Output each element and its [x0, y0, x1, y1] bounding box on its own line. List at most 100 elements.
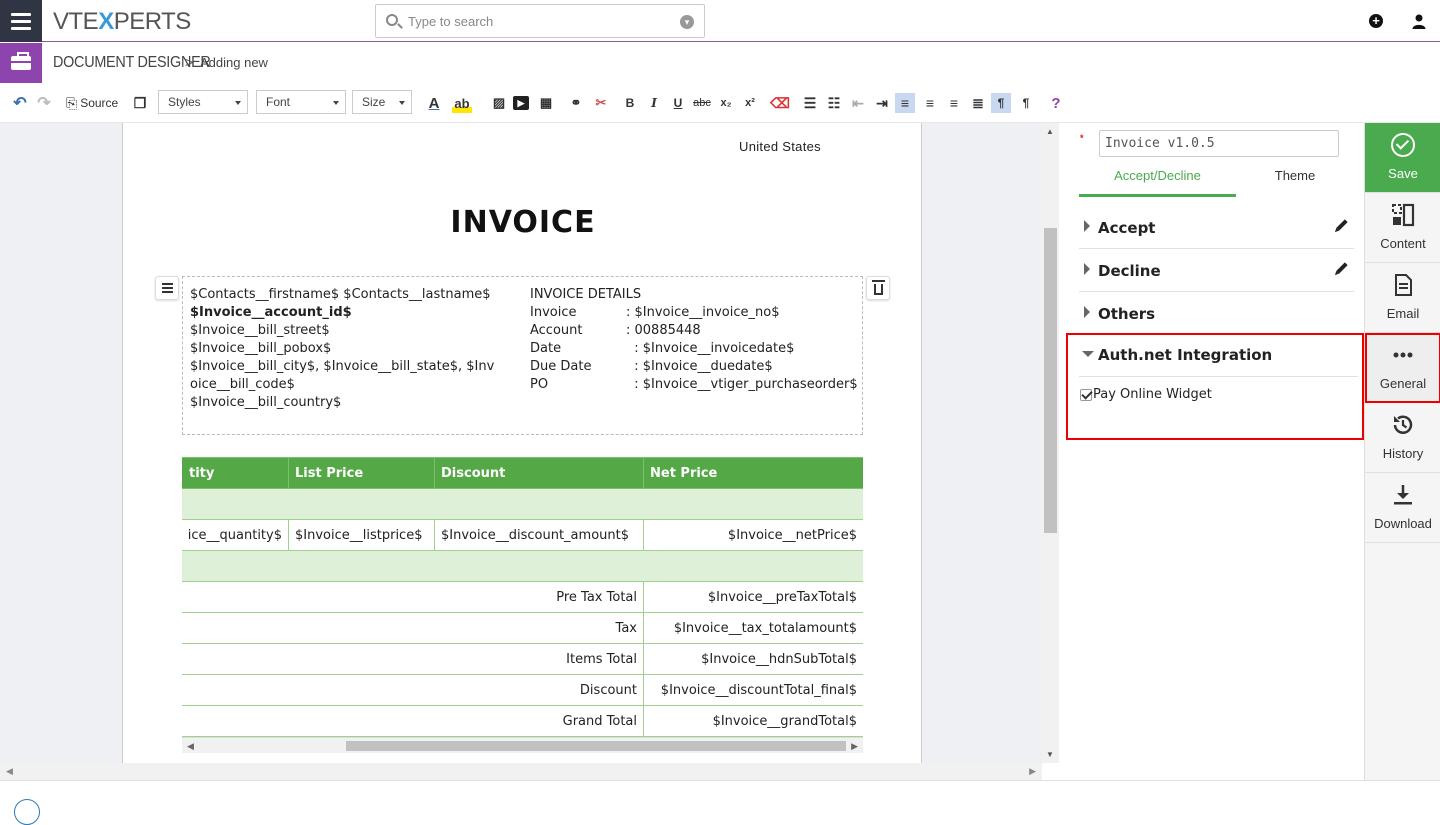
hamburger-menu-icon[interactable] — [0, 0, 42, 42]
link-icon[interactable]: ⚭ — [566, 93, 586, 113]
scrollbar-thumb[interactable] — [1044, 228, 1057, 533]
highlight-color-icon[interactable]: ab — [452, 93, 472, 113]
youtube-icon[interactable]: ▶ — [513, 96, 529, 110]
bill-to-address: $Contacts__firstname$ $Contacts__lastnam… — [190, 286, 520, 412]
strikethrough-icon[interactable]: abc — [692, 93, 712, 113]
detail-key: Date — [530, 341, 562, 356]
briefcase-icon[interactable] — [0, 43, 42, 83]
search-icon — [386, 14, 398, 26]
editor-vertical-scrollbar[interactable]: ▲ ▼ — [1042, 123, 1059, 763]
address-block[interactable]: $Contacts__firstname$ $Contacts__lastnam… — [182, 276, 863, 435]
detail-value: : $Invoice__invoice_no$ — [626, 305, 780, 320]
tab-accept-decline[interactable]: Accept/Decline — [1079, 163, 1236, 197]
scroll-right-icon[interactable]: ▶ — [1029, 766, 1036, 777]
scroll-up-icon[interactable]: ▲ — [1046, 127, 1054, 136]
save-button[interactable]: Save — [1365, 123, 1440, 193]
ltr-direction-icon[interactable]: ¶ — [991, 93, 1011, 113]
editor-canvas[interactable]: United States INVOICE $Contacts__firstna… — [0, 123, 1042, 780]
align-center-icon[interactable]: ≡ — [920, 93, 940, 113]
caret-right-icon — [1084, 220, 1090, 232]
general-button[interactable]: General — [1365, 333, 1440, 403]
history-button[interactable]: History — [1365, 403, 1440, 473]
superscript-icon[interactable]: x² — [740, 93, 760, 113]
email-button[interactable]: Email — [1365, 263, 1440, 333]
indent-icon[interactable]: ⇥ — [872, 93, 892, 113]
text-color-icon[interactable]: A — [424, 93, 444, 113]
scroll-down-icon[interactable]: ▼ — [1046, 750, 1054, 759]
global-search[interactable]: ▾ — [375, 4, 705, 38]
items-table-container[interactable]: tity List Price Discount Net Price ice__… — [182, 457, 863, 737]
content-button[interactable]: Content — [1365, 193, 1440, 263]
search-input[interactable] — [408, 11, 668, 31]
size-dropdown[interactable]: Size — [352, 90, 412, 114]
edit-pencil-icon[interactable] — [1336, 219, 1348, 231]
bold-icon[interactable]: B — [620, 93, 640, 113]
total-value: $Invoice__preTaxTotal$ — [643, 581, 863, 613]
source-button[interactable]: ⎘ Source — [66, 93, 118, 113]
undo-icon[interactable]: ↶ — [10, 93, 30, 113]
italic-icon[interactable]: I — [644, 93, 664, 113]
subscript-icon[interactable]: x₂ — [716, 93, 736, 113]
detail-row: Invoice: $Invoice__invoice_no$ — [530, 304, 860, 322]
table-cell: $Invoice__listprice$ — [288, 519, 435, 551]
source-icon: ⎘ — [66, 94, 78, 111]
scroll-left-icon[interactable]: ◀ — [187, 741, 194, 752]
download-button[interactable]: Download — [1365, 473, 1440, 543]
scrollbar-thumb[interactable] — [346, 741, 846, 751]
align-left-icon[interactable]: ≡ — [895, 93, 915, 113]
email-document-icon — [1395, 274, 1412, 296]
editor-toolbar: ↶ ↷ ⎘ Source ❐ Styles Font Size A ab ▨ ▶ … — [0, 83, 1440, 123]
edit-pencil-icon[interactable] — [1336, 262, 1348, 274]
align-right-icon[interactable]: ≡ — [944, 93, 964, 113]
pay-online-widget-option[interactable]: Pay Online Widget — [1080, 387, 1212, 402]
redo-icon[interactable]: ↷ — [34, 93, 54, 113]
total-row: Discount $Invoice__discountTotal_final$ — [182, 674, 863, 706]
detail-key: Account — [530, 323, 583, 338]
styles-dropdown[interactable]: Styles — [158, 90, 248, 114]
numbered-list-icon[interactable]: ☰ — [800, 93, 820, 113]
panel-tabs: Accept/Decline Theme — [1079, 163, 1354, 197]
block-handle-icon[interactable] — [155, 276, 179, 300]
scroll-left-icon[interactable]: ◀ — [6, 766, 13, 777]
outdent-icon[interactable]: ⇤ — [848, 93, 868, 113]
scroll-right-icon[interactable]: ▶ — [851, 741, 858, 752]
delete-block-icon[interactable] — [866, 276, 890, 300]
accordion-accept[interactable]: Accept — [1079, 207, 1354, 249]
search-options-chevron-icon[interactable]: ▾ — [680, 15, 694, 29]
bulleted-list-icon[interactable]: ☷ — [824, 93, 844, 113]
column-header: tity — [182, 457, 289, 489]
justify-icon[interactable]: ≣ — [968, 93, 988, 113]
detail-key: PO — [530, 377, 549, 392]
add-record-icon[interactable]: + — [1369, 14, 1383, 28]
app-logo[interactable]: VTEXPERTS — [53, 8, 191, 36]
breadcrumb-separator-icon: > — [185, 54, 194, 70]
help-widget-icon[interactable] — [14, 799, 40, 825]
detail-value: : $Invoice__vtiger_purchaseorder$ — [626, 377, 858, 392]
accordion-auth-net[interactable]: Auth.net Integration — [1079, 335, 1358, 377]
caret-right-icon — [1084, 306, 1090, 318]
rtl-direction-icon[interactable]: ¶ — [1016, 93, 1036, 113]
underline-icon[interactable]: U — [668, 93, 688, 113]
caret-right-icon — [1084, 263, 1090, 275]
help-icon[interactable]: ? — [1046, 93, 1066, 113]
font-dropdown[interactable]: Font — [256, 90, 346, 114]
image-icon[interactable]: ▨ — [489, 93, 509, 113]
editor-horizontal-scrollbar[interactable]: ◀ ▶ — [0, 763, 1042, 780]
table-icon[interactable]: ▦ — [536, 93, 556, 113]
table-band-row — [182, 488, 863, 520]
template-name-input[interactable] — [1099, 130, 1339, 157]
preview-icon[interactable]: ❐ — [130, 93, 150, 113]
unlink-icon[interactable]: ✂ — [591, 93, 611, 113]
accordion-others[interactable]: Others — [1079, 293, 1354, 335]
total-row: Tax $Invoice__tax_totalamount$ — [182, 612, 863, 644]
address-line: $Invoice__bill_country$ — [190, 395, 342, 410]
total-value: $Invoice__discountTotal_final$ — [643, 674, 863, 706]
pay-online-checkbox[interactable] — [1080, 388, 1092, 401]
user-profile-icon[interactable] — [1411, 13, 1427, 29]
document-page[interactable]: United States INVOICE $Contacts__firstna… — [122, 123, 922, 763]
tab-theme[interactable]: Theme — [1236, 163, 1354, 197]
remove-format-icon[interactable]: ⌫ — [770, 93, 790, 113]
company-country: United States — [739, 139, 821, 154]
accordion-decline[interactable]: Decline — [1079, 250, 1354, 292]
table-horizontal-scrollbar[interactable]: ◀ ▶ — [182, 737, 863, 753]
